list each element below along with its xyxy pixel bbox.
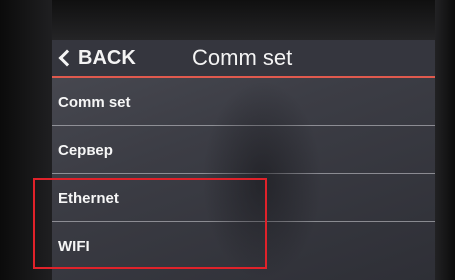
device-screen: BACK Comm set Comm set Сервер Ethernet W…	[52, 40, 435, 280]
menu-item-wifi[interactable]: WIFI	[52, 222, 435, 270]
menu-item-label: Comm set	[58, 93, 131, 111]
menu-item-label: WIFI	[58, 237, 90, 255]
device-bezel-top	[0, 0, 455, 40]
settings-menu-list: Comm set Сервер Ethernet WIFI	[52, 78, 435, 270]
chevron-left-icon	[58, 49, 76, 67]
back-button[interactable]: BACK	[58, 45, 136, 71]
menu-item-label: Сервер	[58, 141, 113, 159]
back-button-label: BACK	[78, 46, 136, 69]
header-bar: BACK Comm set	[52, 40, 435, 76]
device-bezel-left	[0, 0, 52, 280]
menu-item-comm-set[interactable]: Comm set	[52, 78, 435, 126]
device-bezel-right	[435, 0, 455, 280]
photo-frame: BACK Comm set Comm set Сервер Ethernet W…	[0, 0, 455, 280]
menu-item-label: Ethernet	[58, 189, 119, 207]
page-title: Comm set	[192, 45, 293, 70]
menu-item-ethernet[interactable]: Ethernet	[52, 174, 435, 222]
menu-item-server[interactable]: Сервер	[52, 126, 435, 174]
